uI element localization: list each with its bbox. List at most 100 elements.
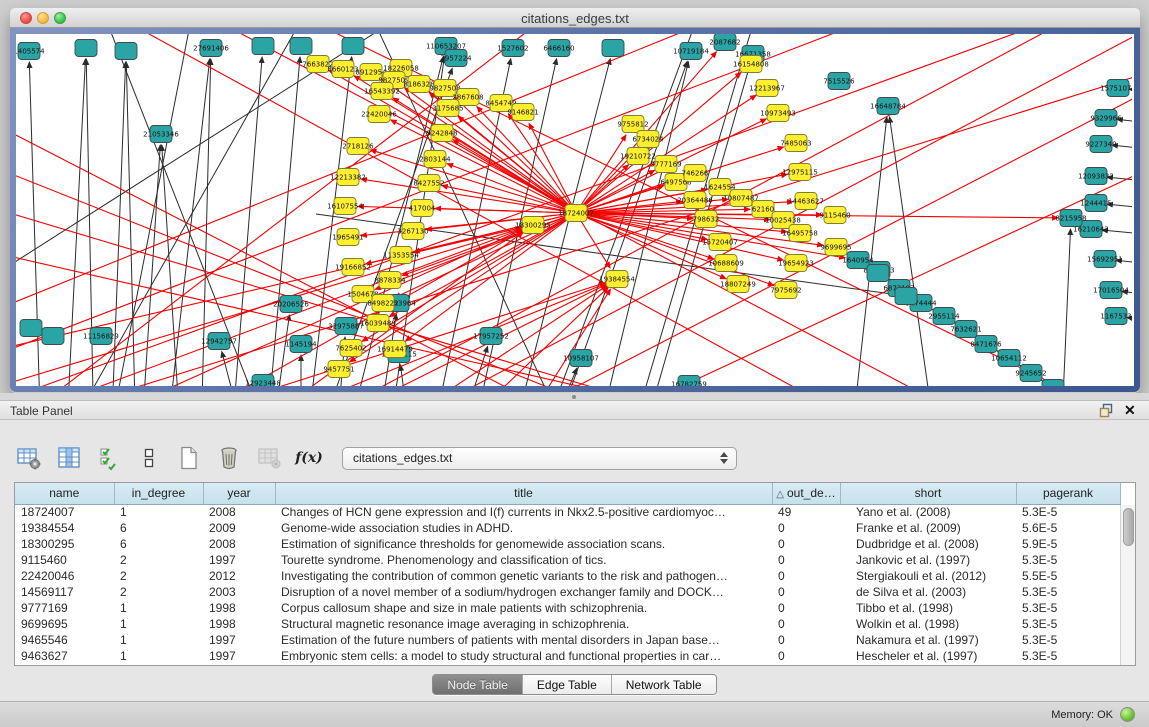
panel-splitter[interactable] [0,393,1149,400]
graph-node[interactable]: 19166852 [335,259,371,276]
graph-node[interactable] [20,320,42,337]
graph-node[interactable]: 1405574 [16,43,45,60]
graph-node[interactable] [602,40,624,57]
column-header-name[interactable]: name [15,483,114,504]
column-header-short[interactable]: short [840,483,1016,504]
graph-node[interactable]: 417004 [409,200,436,217]
graph-node[interactable]: 1145194 [285,336,317,353]
graph-node[interactable]: 1527602 [497,40,528,57]
graph-node[interactable]: 8660123 [327,61,358,78]
graph-node[interactable]: 8878334 [374,272,406,289]
graph-node[interactable] [290,38,312,55]
table-row[interactable]: 969969511998Structural magnetic resonanc… [15,616,1120,632]
column-checklist-icon[interactable] [96,445,122,471]
table-row[interactable]: 977716911998Corpus callosum shape and si… [15,600,1120,616]
graph-node[interactable]: 3267130 [397,223,428,240]
table-select-dropdown[interactable]: citations_edges.txt [342,447,737,470]
table-row[interactable]: 911546021997Tourette syndrome. Phenomeno… [15,552,1120,568]
graph-node[interactable]: 27691406 [193,40,229,57]
graph-node[interactable]: 10719184 [673,43,709,60]
table-row[interactable]: 1456911722003Disruption of a novel membe… [15,584,1120,600]
graph-node[interactable]: 12975115 [782,164,818,181]
graph-node[interactable]: 798632 [693,211,720,228]
graph-node[interactable]: 9755812 [617,116,648,133]
graph-node[interactable]: 1965491 [332,229,363,246]
graph-node[interactable]: 7625402 [335,340,366,357]
graph-node[interactable]: 17016504 [1093,282,1129,299]
column-header-title[interactable]: title [275,483,772,504]
graph-node[interactable]: 9699695 [820,239,851,256]
graph-node[interactable]: 19654923 [778,255,814,272]
graph-node[interactable]: 8427552 [413,175,444,192]
table-vertical-scrollbar[interactable] [1120,505,1135,665]
table-row[interactable]: 1830029562008Estimation of significance … [15,536,1120,552]
scrollbar-thumb[interactable] [1123,508,1134,546]
merge-rows-icon[interactable] [136,445,162,471]
close-panel-icon[interactable]: ✕ [1124,403,1139,418]
graph-node[interactable]: 8471676 [970,336,1002,353]
delete-column-icon[interactable] [216,445,242,471]
column-header-in-degree[interactable]: in_degree [114,483,203,504]
graph-node[interactable] [42,328,64,345]
column-header-pagerank[interactable]: pagerank [1016,483,1120,504]
graph-node[interactable] [342,38,364,55]
graph-node[interactable]: 62160 [752,201,774,218]
graph-node[interactable]: 1244415 [1080,195,1111,212]
table-row[interactable]: 1872400712008Changes of HCN gene express… [15,504,1120,520]
graph-node[interactable]: 14463627 [788,193,824,210]
graph-node[interactable] [75,40,97,57]
import-table-icon[interactable] [256,445,282,471]
graph-node[interactable] [115,43,137,60]
graph-node[interactable]: 2803144 [419,151,451,168]
window-titlebar[interactable]: citations_edges.txt [10,8,1140,28]
table-row[interactable]: 946362711997Embryonic stem cells: a mode… [15,648,1120,664]
graph-node[interactable]: 15692951 [1087,251,1123,268]
graph-node[interactable]: 7975692 [770,282,801,299]
graph-node[interactable] [867,265,889,282]
graph-node[interactable]: 10958107 [563,350,599,367]
tab-edge-table[interactable]: Edge Table [523,675,612,694]
column-header-year[interactable]: year [203,483,275,504]
graph-node[interactable]: 32975887 [328,318,364,335]
float-panel-icon[interactable] [1099,403,1114,418]
graph-node[interactable]: 9777169 [650,156,681,173]
tab-network-table[interactable]: Network Table [612,675,716,694]
column-header-out-degree[interactable]: △out_de… [772,483,840,504]
graph-node[interactable]: 17957252 [473,328,509,345]
graph-node[interactable]: 3175685 [432,100,463,117]
table-row[interactable]: 2242004622012Investigating the contribut… [15,568,1120,584]
graph-node[interactable]: 9115460 [819,207,850,224]
graph-node[interactable] [895,288,917,305]
graph-node[interactable]: 10654112 [991,350,1027,367]
graph-node[interactable] [252,38,274,55]
graph-node[interactable]: 9329966 [1090,110,1122,127]
graph-node[interactable]: 16107554 [327,198,363,215]
table-row[interactable]: 946554611997Estimation of the future num… [15,632,1120,648]
graph-node[interactable]: 9245652 [1015,365,1046,382]
graph-node[interactable]: 9457751 [323,361,354,378]
function-builder-icon[interactable]: f(x) [296,445,322,471]
graph-node[interactable]: 6734024 [632,131,664,148]
graph-node[interactable]: 16648784 [870,98,906,115]
graph-node[interactable]: 12213967 [749,80,785,97]
new-column-icon[interactable] [176,445,202,471]
graph-node[interactable]: 9227349 [1085,136,1116,153]
network-canvas[interactable]: 1405574276914061106532071527602646616010… [16,34,1134,386]
graph-node[interactable]: 8498222 [367,295,398,312]
graph-node[interactable]: 12213382 [330,169,366,186]
graph-node[interactable]: 9146821 [507,104,538,121]
table-mode-icon[interactable] [16,445,42,471]
graph-node[interactable]: 2718126 [342,138,374,155]
graph-node[interactable]: 2087682 [709,34,740,51]
graph-node[interactable]: 7485063 [780,135,811,152]
graph-node[interactable]: 8215958 [1055,210,1086,227]
graph-node[interactable]: 9242848 [426,125,457,142]
graph-node[interactable]: 15751074 [1100,80,1132,97]
graph-node[interactable]: 7515526 [823,73,855,90]
graph-node[interactable]: 12923448 [245,375,281,387]
graph-node[interactable]: 1167533 [1100,308,1131,325]
graph-node[interactable]: 11156829 [83,328,119,345]
graph-node[interactable]: 7957224 [440,50,472,67]
graph-node[interactable]: 7632621 [950,321,981,338]
tab-node-table[interactable]: Node Table [433,675,523,694]
